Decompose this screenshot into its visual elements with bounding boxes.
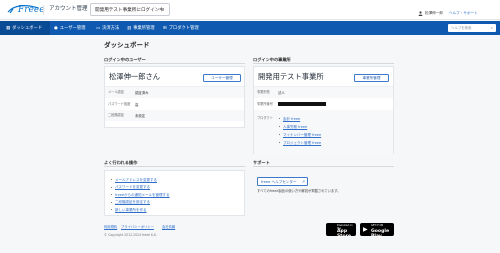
nav-user-management[interactable]: ● ユーザー管理 — [54, 21, 94, 35]
login-user-name: 松澤伸一郎さん — [109, 72, 161, 81]
login-office-section-label: ログイン中の事業所 — [253, 57, 291, 62]
office-management-button[interactable]: 事業所管理 — [354, 74, 389, 82]
search-icon: ⌕ — [490, 24, 493, 30]
nav-payment-method-label: 決済方法 — [102, 25, 120, 31]
products-key: プロダクト — [257, 116, 273, 120]
user-icon — [418, 10, 423, 16]
row-bg — [105, 110, 244, 121]
app-store-badge[interactable]: Download on the App Store — [326, 223, 356, 239]
account-management-title: アカウント管理 — [49, 6, 88, 12]
support-description: すべてのfreee製品の使い方や解説が掲載されています。 — [257, 189, 341, 193]
nav-office-management-label: 事業所管理 — [133, 25, 155, 31]
password-strength-value: 高 — [135, 103, 139, 107]
email-auth-value: 認証済み — [135, 91, 149, 95]
faq-link-change-password[interactable]: パスワードを変更する — [115, 185, 150, 189]
login-user-card: 松澤伸一郎さん ユーザー管理 メール認証 認証済み パスワード強度 高 二段階認… — [104, 66, 245, 128]
nav-product-management-label: プロダクト管理 — [168, 25, 199, 31]
header-divider — [43, 5, 44, 15]
building-icon: ▥ — [127, 25, 132, 31]
nav-dashboard[interactable]: ▦ ダッシュボード — [0, 21, 50, 35]
bullet-dot — [111, 201, 113, 203]
nav-office-management[interactable]: ▥ 事業所管理 — [127, 21, 159, 35]
main-nav: ▦ ダッシュボード ● ユーザー管理 ▭ 決済方法 ▥ 事業所管理 ⊞ プロダクト管理 ヘ… — [0, 21, 500, 35]
help-search-placeholder: ヘルプを検索 — [451, 26, 472, 30]
product-link-project[interactable]: プロジェクト管理 freee — [283, 141, 321, 145]
office-number-key: 事業所番号 — [257, 102, 273, 106]
row-bg — [254, 110, 393, 154]
bullet-dot — [111, 186, 113, 188]
login-office-section-rule — [253, 63, 394, 64]
user-icon: ● — [54, 25, 58, 31]
external-link-icon: ↗ — [301, 178, 305, 184]
google-play-small: GET IT ON — [371, 224, 384, 227]
grid-icon: ▦ — [6, 25, 11, 31]
support-section-rule — [253, 166, 394, 167]
row-bg — [254, 87, 393, 98]
google-play-badge[interactable]: ▶ GET IT ON Google Play — [360, 223, 394, 239]
login-office-name: 開発用テスト事業所 — [258, 72, 324, 81]
faq-link-new-office[interactable]: 新しい事業所を作る — [115, 208, 147, 212]
faq-section-rule — [104, 166, 245, 167]
card-icon: ▭ — [96, 25, 101, 31]
password-strength-key: パスワード強度 — [108, 102, 131, 106]
nav-product-management[interactable]: ⊞ プロダクト管理 — [163, 21, 203, 35]
help-support-link[interactable]: ヘルプ・サポート — [449, 11, 478, 15]
app-store-big: App Store — [337, 228, 352, 240]
faq-link-two-factor[interactable]: 二段階認証を設定する — [115, 200, 150, 204]
chevron-down-icon: ⌄ — [160, 7, 165, 13]
page-title: ダッシュボード — [104, 41, 150, 49]
support-section-label: サポート — [253, 160, 270, 165]
faq-section-label: よく行われる操作 — [104, 160, 138, 165]
two-factor-value: 未設定 — [135, 114, 146, 118]
product-link-mynumber[interactable]: マイナンバー管理 freee — [283, 133, 321, 137]
two-factor-key: 二段階認証 — [108, 113, 124, 117]
office-number-redacted — [278, 101, 326, 106]
faq-link-change-email[interactable]: メールアドレスを変更する — [115, 178, 157, 182]
bullet-dot — [111, 194, 113, 196]
email-auth-key: メール認証 — [108, 90, 124, 94]
help-center-button[interactable]: freee ヘルプセンター ↗ — [257, 177, 308, 186]
login-user-section-label: ログイン中のユーザー — [104, 57, 146, 62]
nav-dashboard-label: ダッシュボード — [12, 25, 43, 31]
bullet-dot — [111, 179, 113, 181]
apps-icon: ⊞ — [163, 25, 167, 31]
office-select[interactable]: 開発用テスト事業所にログイン中 ⌄ — [90, 3, 170, 16]
user-management-button[interactable]: ユーザー管理 — [203, 74, 241, 82]
nav-payment-method[interactable]: ▭ 決済方法 — [96, 21, 126, 35]
play-icon: ▶ — [363, 225, 368, 233]
product-link-accounting[interactable]: 会計 freee — [283, 117, 300, 121]
footer-terms-link[interactable]: 利用規約 — [104, 225, 117, 230]
header-user-name[interactable]: 松澤伸一郎 — [425, 11, 443, 15]
copyright: © Copyright 2012-2024 freee K.K. — [104, 233, 158, 237]
footer-privacy-link[interactable]: プライバシーポリシー — [121, 225, 154, 230]
footer-company-link[interactable]: 会社情報 — [162, 225, 175, 230]
help-search-input[interactable]: ヘルプを検索 ⌕ — [448, 24, 496, 32]
top-header: Freee アカウント管理 開発用テスト事業所にログイン中 ⌄ 松澤伸一郎 ヘル… — [0, 0, 500, 20]
business-type-value: 法人 — [278, 91, 285, 95]
freee-logo[interactable]: Freee — [6, 3, 45, 17]
product-link-hr[interactable]: 人事労務 freee — [283, 125, 307, 129]
bullet-dot — [111, 209, 113, 211]
login-office-card: 開発用テスト事業所 事業所管理 事業形態 法人 事業所番号 プロダクト 会計 f… — [253, 66, 394, 154]
faq-card: メールアドレスを変更する パスワードを変更する freeeからの通知メールを管理… — [104, 170, 245, 216]
office-select-value: 開発用テスト事業所にログイン中 — [95, 8, 164, 13]
row-bg — [105, 87, 244, 98]
login-user-section-rule — [104, 63, 245, 64]
business-type-key: 事業形態 — [257, 90, 270, 94]
nav-user-management-label: ユーザー管理 — [59, 25, 86, 31]
google-play-big: Google Play — [371, 228, 390, 240]
logo-text: Freee — [18, 5, 45, 15]
faq-link-notification-email[interactable]: freeeからの通知メールを管理する — [115, 193, 170, 197]
help-center-button-label: freee ヘルプセンター — [261, 180, 297, 184]
